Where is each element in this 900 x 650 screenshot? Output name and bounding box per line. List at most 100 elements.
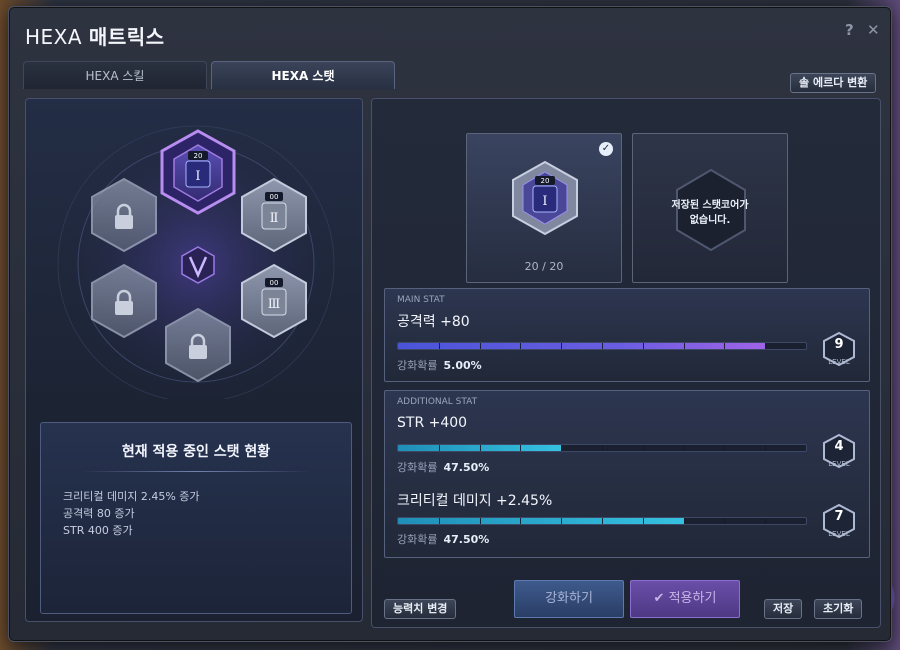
help-icon[interactable]: ? bbox=[845, 21, 854, 39]
hex-node-2-label: Ⅱ bbox=[270, 211, 279, 226]
progress-segment-divider bbox=[520, 518, 522, 524]
progress-segment-divider bbox=[438, 445, 440, 451]
progress-segment-divider bbox=[724, 343, 726, 349]
level-number: 7 bbox=[834, 509, 844, 524]
level-caption: LEVEL bbox=[828, 358, 850, 366]
summary-line: STR 400 증가 bbox=[63, 524, 133, 537]
progress-segment-divider bbox=[520, 445, 522, 451]
hex-node-1-active[interactable]: Ⅰ 20 bbox=[160, 129, 236, 215]
empty-line-2: 없습니다. bbox=[689, 215, 731, 226]
additional-stat-level-badge-2: 7 LEVEL bbox=[821, 503, 857, 543]
main-stat-label: MAIN STAT bbox=[397, 295, 445, 305]
core-count: 20 / 20 bbox=[524, 260, 564, 273]
stat-detail-panel: ✓ Ⅰ 20 20 / 20 저장된 스탯코어가 없습니다. MAIN STAT bbox=[371, 98, 881, 628]
lock-icon bbox=[115, 301, 133, 315]
window-title: HEXA 매트릭스 bbox=[25, 21, 165, 50]
hex-core-layout: Ⅰ 20 Ⅱ 00 Ⅲ 00 bbox=[46, 114, 346, 399]
core-label: Ⅰ bbox=[542, 194, 547, 209]
main-stat-progress-bar bbox=[397, 342, 807, 350]
level-number: 4 bbox=[834, 439, 844, 454]
additional-stat-level-badge-1: 4 LEVEL bbox=[821, 433, 857, 473]
prob-value: 47.50% bbox=[443, 461, 490, 474]
progress-segment-divider bbox=[602, 445, 603, 451]
progress-segment-divider bbox=[561, 518, 563, 524]
summary-line: 크리티컬 데미지 2.45% 증가 bbox=[63, 490, 200, 503]
progress-segment-divider bbox=[642, 518, 644, 524]
title-main: 매트릭스 bbox=[88, 25, 165, 49]
progress-segment-divider bbox=[724, 518, 726, 524]
apply-label: 적용하기 bbox=[668, 591, 717, 606]
hex-node-3-badge: 00 bbox=[270, 279, 279, 287]
progress-segment-divider bbox=[561, 343, 563, 349]
main-stat-level-badge: 9 LEVEL bbox=[821, 331, 857, 371]
main-stat-progress-fill bbox=[398, 343, 766, 349]
lock-icon bbox=[115, 215, 133, 229]
lock-icon bbox=[189, 345, 207, 359]
level-caption: LEVEL bbox=[828, 530, 850, 538]
ability-change-button[interactable]: 능력치 변경 bbox=[384, 599, 457, 619]
main-stat-probability: 강화확률 5.00% bbox=[397, 357, 482, 373]
hexa-matrix-window: HEXA 매트릭스 ? ✕ HEXA 스킬 HEXA 스탯 솔 에르다 변환 Ⅰ… bbox=[8, 6, 892, 642]
sol-erda-convert-button[interactable]: 솔 에르다 변환 bbox=[790, 73, 877, 93]
reset-button[interactable]: 초기화 bbox=[814, 599, 863, 619]
progress-segment-divider bbox=[438, 518, 440, 524]
tab-hexa-skill[interactable]: HEXA 스킬 bbox=[23, 61, 207, 89]
check-icon: ✓ bbox=[599, 142, 613, 156]
prob-value: 47.50% bbox=[443, 533, 490, 546]
progress-segment-divider bbox=[479, 445, 481, 451]
progress-segment-divider bbox=[683, 343, 685, 349]
title-prefix: HEXA bbox=[25, 25, 83, 49]
check-circle-icon: ✔ bbox=[653, 591, 665, 606]
progress-segment-divider bbox=[683, 445, 685, 451]
progress-segment-divider bbox=[642, 343, 644, 349]
progress-segment-divider bbox=[683, 518, 685, 524]
apply-button[interactable]: ✔ 적용하기 bbox=[630, 580, 740, 618]
tab-bar: HEXA 스킬 HEXA 스탯 bbox=[23, 61, 395, 89]
progress-segment-divider bbox=[765, 518, 767, 524]
progress-segment-divider bbox=[561, 445, 563, 451]
tab-hexa-stat[interactable]: HEXA 스탯 bbox=[211, 61, 395, 89]
save-button[interactable]: 저장 bbox=[764, 599, 803, 619]
additional-stat-name-2: 크리티컬 데미지 +2.45% bbox=[397, 493, 553, 509]
core-badge: 20 bbox=[541, 177, 550, 185]
progress-segment-divider bbox=[479, 518, 481, 524]
main-stat-box: MAIN STAT 공격력 +80 강화확률 5.00% 9 LEVEL bbox=[384, 288, 870, 382]
enhance-button[interactable]: 강화하기 bbox=[514, 580, 624, 618]
prob-value: 5.00% bbox=[443, 359, 482, 372]
hex-node-3-label: Ⅲ bbox=[268, 297, 281, 312]
progress-segment-divider bbox=[438, 343, 440, 349]
applied-stat-summary: 현재 적용 중인 스탯 현황 크리티컬 데미지 2.45% 증가 공격력 80 … bbox=[40, 422, 352, 614]
summary-divider bbox=[81, 471, 311, 472]
progress-segment-divider bbox=[724, 445, 726, 451]
empty-line-1: 저장된 스탯코어가 bbox=[671, 200, 749, 211]
hex-core-panel: Ⅰ 20 Ⅱ 00 Ⅲ 00 현재 적용 중인 스탯 현황 크리티컬 데미지 2… bbox=[25, 98, 363, 622]
progress-segment-divider bbox=[602, 518, 603, 524]
summary-lines: 크리티컬 데미지 2.45% 증가 공격력 80 증가 STR 400 증가 bbox=[63, 488, 351, 539]
additional-stat-label: ADDITIONAL STAT bbox=[397, 397, 478, 407]
hex-node-2-badge: 00 bbox=[270, 193, 279, 201]
close-icon[interactable]: ✕ bbox=[867, 21, 880, 39]
prob-label: 강화확률 bbox=[397, 461, 438, 474]
main-stat-name: 공격력 +80 bbox=[397, 314, 470, 330]
empty-slot-message: 저장된 스탯코어가 없습니다. bbox=[633, 198, 787, 228]
additional-stat-name-1: STR +400 bbox=[397, 415, 468, 431]
progress-segment-divider bbox=[479, 343, 481, 349]
progress-segment-divider bbox=[765, 343, 767, 349]
additional-stat-progress-bar-1 bbox=[397, 444, 807, 452]
level-number: 9 bbox=[834, 337, 844, 352]
additional-stat-progress-bar-2 bbox=[397, 517, 807, 525]
additional-stat-box: ADDITIONAL STAT STR +400 강화확률 47.50% 4 LE… bbox=[384, 390, 870, 558]
current-stat-core-slot[interactable]: ✓ Ⅰ 20 20 / 20 bbox=[466, 133, 622, 283]
additional-stat-probability-1: 강화확률 47.50% bbox=[397, 459, 489, 475]
summary-title: 현재 적용 중인 스탯 현황 bbox=[121, 444, 271, 460]
progress-segment-divider bbox=[765, 445, 767, 451]
progress-segment-divider bbox=[642, 445, 644, 451]
level-caption: LEVEL bbox=[828, 460, 850, 468]
prob-label: 강화확률 bbox=[397, 359, 438, 372]
additional-stat-progress-fill-2 bbox=[398, 518, 684, 524]
hex-node-1-badge: 20 bbox=[194, 152, 203, 160]
saved-stat-core-slot[interactable]: 저장된 스탯코어가 없습니다. bbox=[632, 133, 788, 283]
progress-segment-divider bbox=[520, 343, 522, 349]
summary-line: 공격력 80 증가 bbox=[63, 507, 135, 520]
prob-label: 강화확률 bbox=[397, 533, 438, 546]
